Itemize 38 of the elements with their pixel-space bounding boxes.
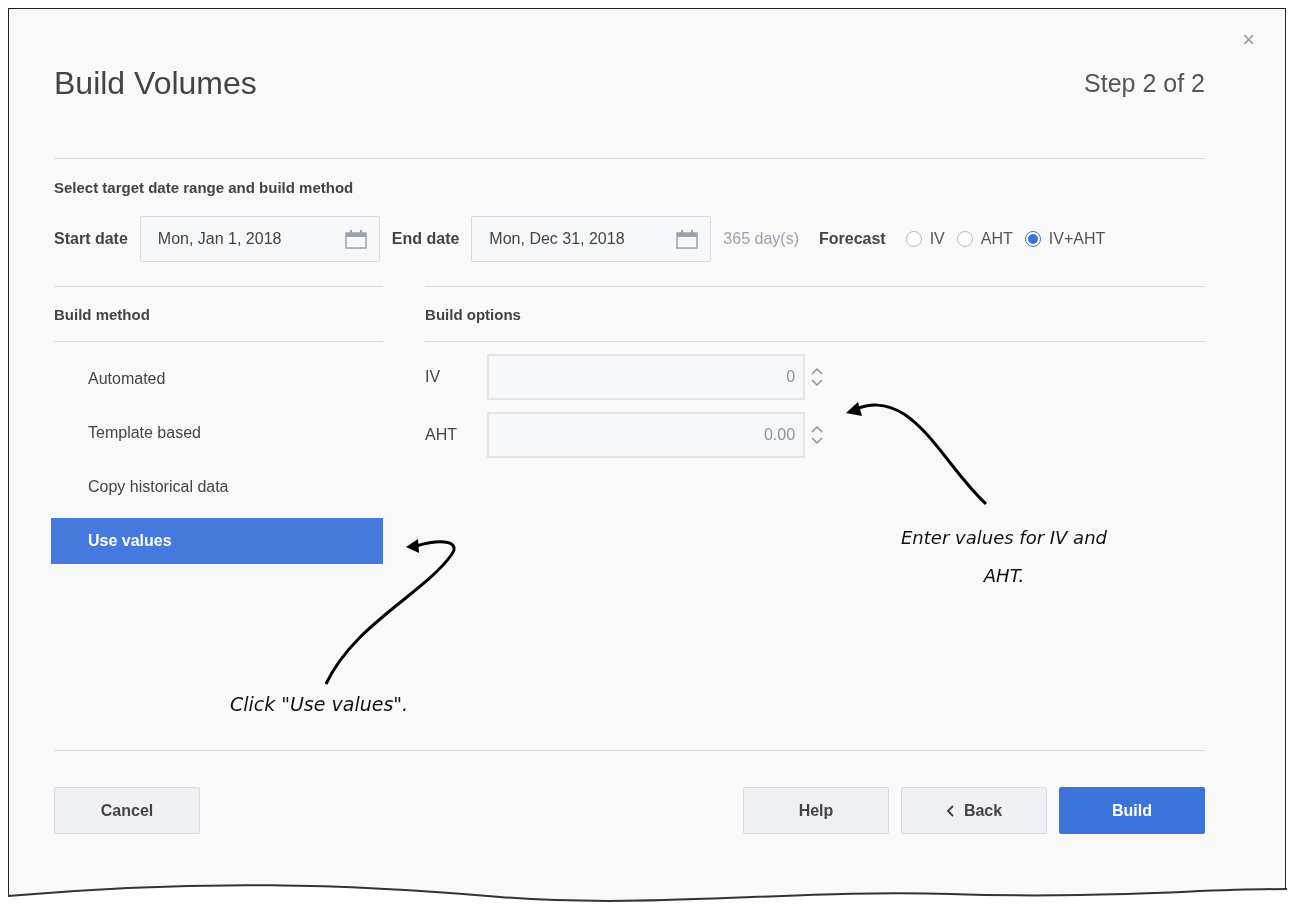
chevron-left-icon — [945, 804, 954, 817]
method-item[interactable]: Use values — [51, 518, 384, 564]
back-button[interactable]: Back — [901, 787, 1047, 834]
radio-button[interactable] — [956, 231, 973, 247]
section-heading: Select target date range and build method — [54, 179, 355, 196]
dialog-button[interactable]: Help — [743, 787, 889, 834]
start-date-field[interactable]: Mon, Jan 1, 2018 — [139, 216, 380, 262]
calendar-icon[interactable] — [676, 229, 699, 249]
method-item[interactable]: Copy historical data — [51, 464, 384, 510]
radio-label: AHT — [980, 230, 1013, 248]
chevron-down-icon[interactable] — [811, 437, 824, 445]
chevron-up-icon[interactable] — [811, 367, 824, 375]
annotation-text: Click "Use values". — [228, 692, 410, 717]
method-item[interactable]: Automated — [51, 356, 384, 402]
start-date-label: Start date — [54, 230, 128, 248]
radio-button[interactable] — [905, 231, 922, 247]
field-label: AHT — [425, 426, 459, 444]
chevron-up-icon[interactable] — [811, 425, 824, 433]
calendar-icon[interactable] — [344, 229, 367, 249]
day-count: 365 day(s) — [723, 230, 799, 248]
radio-button[interactable] — [1024, 231, 1041, 247]
end-date-label: End date — [391, 230, 460, 248]
annotation-text: Enter values for IV and AHT. — [900, 526, 1108, 588]
number-field[interactable]: 0.00 — [487, 412, 806, 458]
number-field[interactable]: 0 — [487, 354, 806, 400]
step-indicator: Step 2 of 2 — [1084, 69, 1205, 98]
chevron-down-icon[interactable] — [811, 379, 824, 387]
column-heading: Build method — [54, 305, 150, 323]
column-heading: Build options — [425, 305, 521, 323]
dialog-button[interactable]: Cancel — [54, 787, 200, 834]
dialog-title: Build Volumes — [54, 65, 257, 102]
radio-label: IV+AHT — [1048, 230, 1106, 248]
field-label: IV — [425, 368, 442, 386]
radio-label: IV — [929, 230, 945, 248]
end-date-field[interactable]: Mon, Dec 31, 2018 — [471, 216, 712, 262]
build-button[interactable]: Build — [1059, 787, 1205, 834]
forecast-label: Forecast — [818, 230, 886, 248]
method-item[interactable]: Template based — [51, 410, 384, 456]
